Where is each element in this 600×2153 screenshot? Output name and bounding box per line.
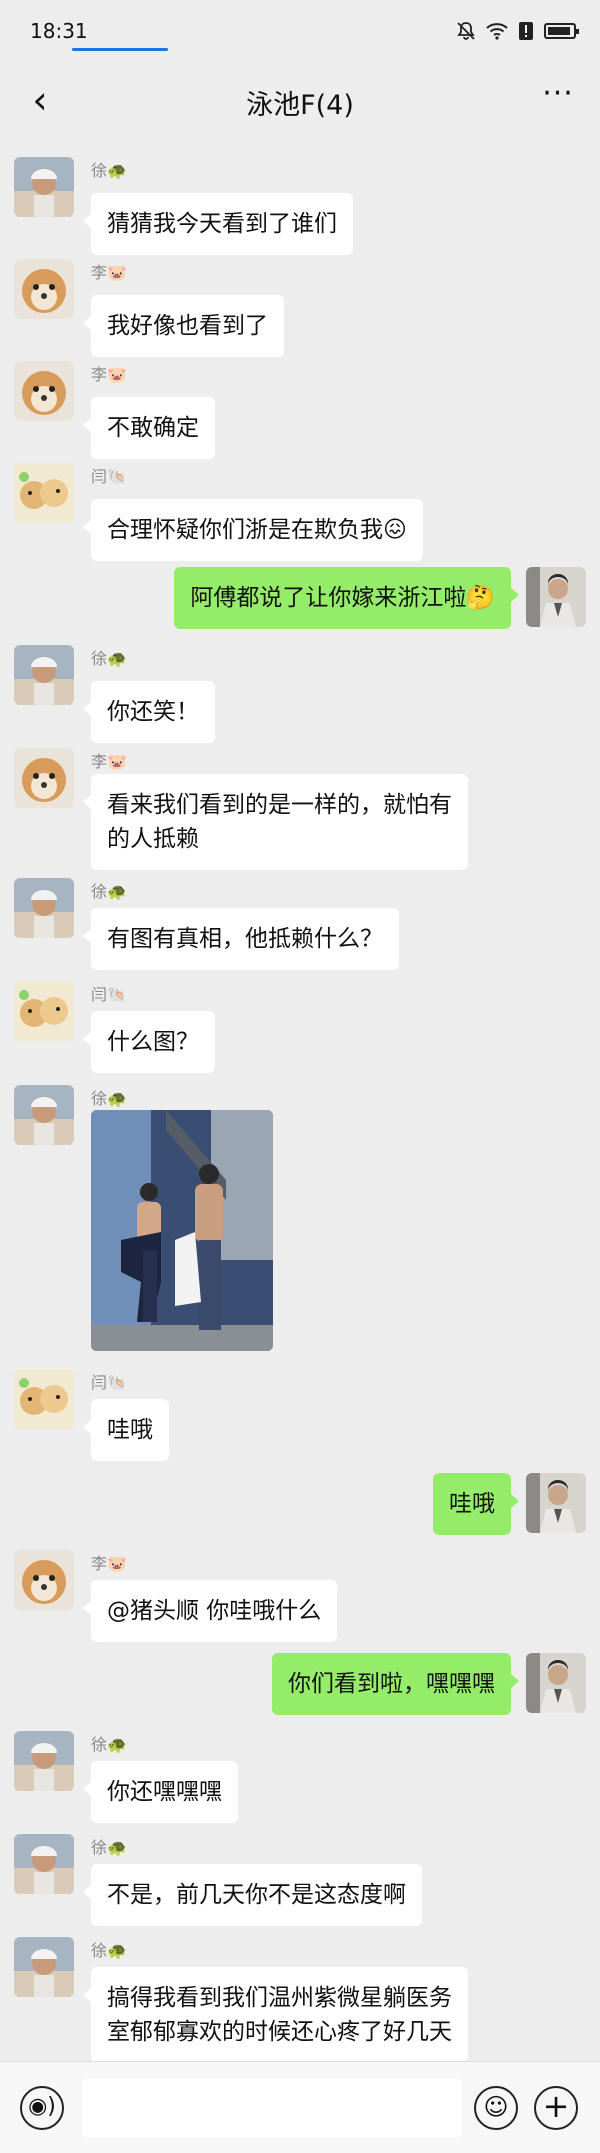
- self-avatar[interactable]: [526, 1473, 586, 1533]
- message-input[interactable]: [82, 2078, 462, 2138]
- cyclist-avatar[interactable]: [14, 1731, 74, 1791]
- sender-name: 徐🐢: [91, 649, 127, 668]
- sender-name: 闫🐚: [91, 467, 127, 486]
- plus-icon[interactable]: +: [534, 2086, 578, 2130]
- wifi-icon: [486, 23, 508, 40]
- message-bubble[interactable]: 哇哦: [433, 1473, 519, 1535]
- chat-title: 泳池F(4): [246, 89, 354, 121]
- cyclist-avatar[interactable]: [14, 1834, 74, 1894]
- chat-area[interactable]: 徐🐢 猜猜我今天看到了谁们 李🐷 我好像也看到了 李🐷 不敢确定 闫🐚 合理怀疑…: [0, 145, 600, 2061]
- status-icons: [456, 21, 579, 41]
- puppy-avatar[interactable]: [14, 981, 74, 1041]
- puppy-avatar[interactable]: [14, 463, 74, 523]
- photo-message[interactable]: [91, 1110, 273, 1351]
- self-avatar[interactable]: [526, 567, 586, 627]
- message-line: 看来我们看到的是一样的，就怕有: [107, 792, 452, 818]
- loading-indicator: [72, 48, 168, 51]
- message-bubble[interactable]: 不敢确定: [83, 397, 215, 459]
- message-bubble[interactable]: 什么图？: [83, 1011, 215, 1073]
- cyclist-avatar[interactable]: [14, 157, 74, 217]
- sender-name: 徐🐢: [91, 1089, 127, 1108]
- cyclist-avatar[interactable]: [14, 1937, 74, 1997]
- message-line: 室郁郁寡欢的时候还心疼了好几天: [107, 2019, 452, 2045]
- cyclist-avatar[interactable]: [14, 645, 74, 705]
- message-bubble[interactable]: @猪头顺 你哇哦什么: [82, 1580, 338, 1642]
- sender-name: 徐🐢: [91, 1735, 127, 1754]
- chat-header: ‹ 泳池F(4) ···: [0, 62, 600, 142]
- bell-off-icon: [457, 22, 475, 40]
- message-bubble[interactable]: 我好像也看到了: [83, 295, 284, 357]
- input-bar: ◉) ☺ +: [0, 2061, 600, 2153]
- sender-name: 徐🐢: [91, 1941, 127, 1960]
- cyclist-avatar[interactable]: [14, 878, 74, 938]
- sender-name: 徐🐢: [91, 161, 127, 180]
- sender-name: 闫🐚: [91, 1373, 127, 1392]
- alert-icon: [519, 22, 533, 40]
- message-bubble[interactable]: 你还嘿嘿嘿: [83, 1761, 238, 1823]
- chevron-left-icon[interactable]: ‹: [18, 80, 62, 124]
- cyclist-avatar[interactable]: [14, 1085, 74, 1145]
- voice-icon[interactable]: ◉): [20, 2086, 64, 2130]
- self-avatar[interactable]: [526, 1653, 586, 1713]
- message-bubble[interactable]: 搞得我看到我们温州紫微星躺医务 室郁郁寡欢的时候还心疼了好几天: [83, 1967, 468, 2061]
- message-bubble[interactable]: 阿傅都说了让你嫁来浙江啦🤔: [174, 567, 519, 629]
- sender-name: 徐🐢: [91, 1838, 127, 1857]
- sender-name: 李🐷: [91, 263, 127, 282]
- dog-avatar[interactable]: [14, 748, 74, 808]
- message-bubble[interactable]: 你们看到啦，嘿嘿嘿: [272, 1653, 519, 1715]
- battery-icon: [544, 23, 579, 39]
- message-bubble[interactable]: 看来我们看到的是一样的，就怕有 的人抵赖: [83, 774, 468, 870]
- message-bubble[interactable]: 不是，前几天你不是这态度啊: [83, 1864, 422, 1926]
- message-bubble[interactable]: 有图有真相，他抵赖什么？: [83, 908, 399, 970]
- dog-avatar[interactable]: [14, 361, 74, 421]
- message-bubble[interactable]: 猜猜我今天看到了谁们: [83, 193, 353, 255]
- message-bubble[interactable]: 你还笑！: [83, 681, 215, 743]
- emoji-icon[interactable]: ☺: [474, 2086, 518, 2130]
- message-bubble[interactable]: 哇哦: [83, 1399, 169, 1461]
- sender-name: 李🐷: [91, 752, 127, 771]
- message-line: 的人抵赖: [107, 826, 199, 852]
- message-line: 搞得我看到我们温州紫微星躺医务: [107, 1985, 452, 2011]
- message-bubble[interactable]: 合理怀疑你们浙是在欺负我😖: [83, 499, 423, 561]
- sender-name: 李🐷: [91, 1554, 127, 1573]
- dog-avatar[interactable]: [14, 1550, 74, 1610]
- puppy-avatar[interactable]: [14, 1369, 74, 1429]
- sender-name: 徐🐢: [91, 882, 127, 901]
- status-bar: 18:31: [0, 0, 600, 62]
- sender-name: 李🐷: [91, 365, 127, 384]
- dog-avatar[interactable]: [14, 259, 74, 319]
- ellipsis-icon[interactable]: ···: [536, 79, 580, 122]
- sender-name: 闫🐚: [91, 985, 127, 1004]
- status-time: 18:31: [30, 19, 88, 43]
